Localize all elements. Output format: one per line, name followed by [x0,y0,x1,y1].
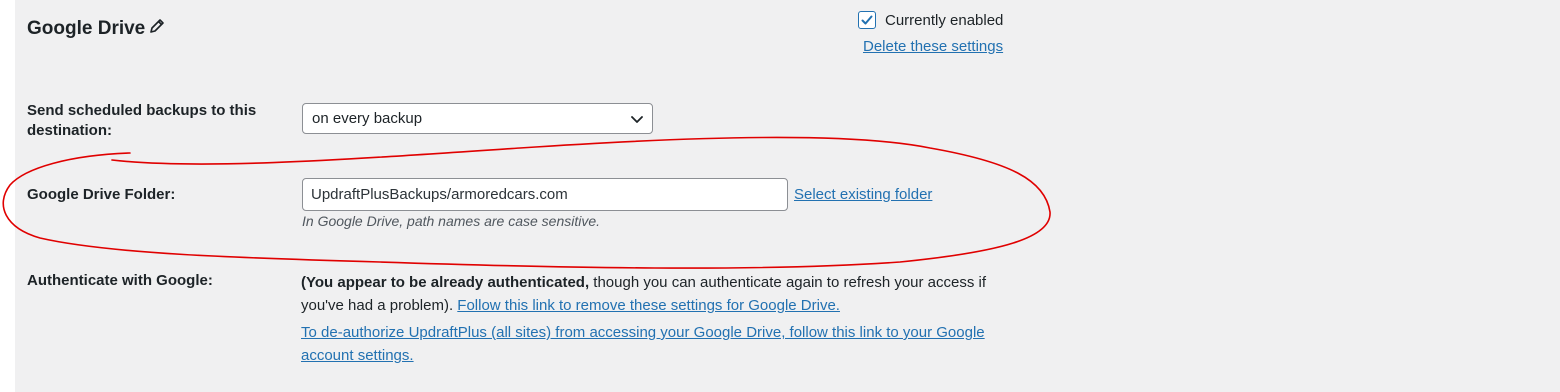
schedule-label: Send scheduled backups to this destinati… [27,102,257,139]
deauthorize-link[interactable]: To de-authorize UpdraftPlus (all sites) … [301,321,1021,367]
chevron-down-icon [631,116,643,123]
auth-status-text: (You appear to be already authenticated,… [301,271,1021,317]
enabled-label: Currently enabled [885,11,1004,29]
section-title-text: Google Drive [27,18,146,39]
checkmark-icon [861,15,873,25]
auth-label: Authenticate with Google: [27,272,213,289]
pencil-icon[interactable] [149,18,165,34]
folder-hint: In Google Drive, path names are case sen… [302,213,601,229]
folder-input-value: UpdraftPlusBackups/armoredcars.com [311,186,568,203]
section-title: Google Drive [27,18,165,40]
auth-status-bold: (You appear to be already authenticated, [301,274,590,291]
enabled-checkbox[interactable] [858,11,876,29]
schedule-select-value: on every backup [312,110,423,127]
delete-settings-link[interactable]: Delete these settings [863,38,1003,55]
remove-settings-link[interactable]: Follow this link to remove these setting… [457,297,840,314]
folder-input[interactable]: UpdraftPlusBackups/armoredcars.com [302,178,788,211]
schedule-select[interactable]: on every backup [302,103,653,134]
folder-label: Google Drive Folder: [27,186,176,203]
currently-enabled-row: Currently enabled [858,11,1003,29]
select-existing-folder-link[interactable]: Select existing folder [794,186,932,203]
